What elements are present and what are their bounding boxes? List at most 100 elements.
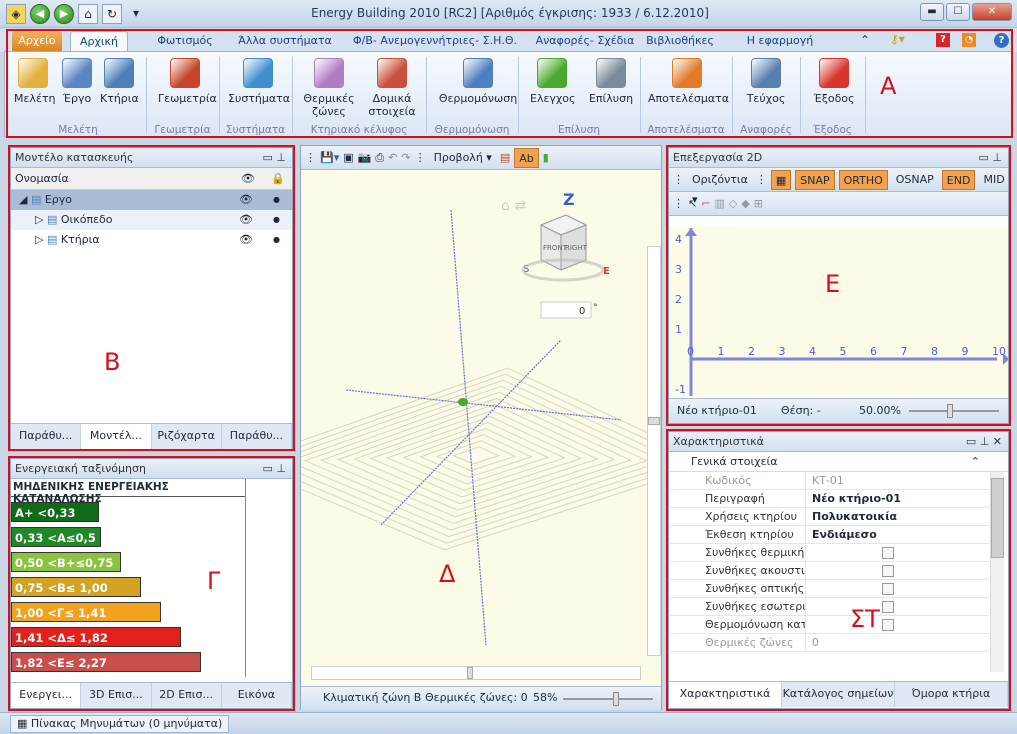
dot-icon[interactable]: ● — [273, 210, 280, 230]
tab-reports[interactable]: Αναφορές- Σχέδια — [530, 31, 640, 52]
ribbon-button-12[interactable]: Έξοδος — [812, 58, 856, 105]
tab-libraries[interactable]: Βιβλιοθήκες — [645, 31, 715, 52]
save-icon[interactable]: 💾▾ — [320, 151, 339, 164]
app-logo-icon[interactable]: ◈ — [6, 4, 26, 24]
expand-icon[interactable]: ▷ — [35, 233, 47, 246]
polyline-icon[interactable]: ⌐ — [701, 197, 710, 210]
help-icon[interactable]: ? — [994, 33, 1009, 48]
property-row[interactable]: Συνθήκες εσωτερικού αέρα — [669, 598, 989, 616]
scene-3d[interactable]: Z FRONT RIGHT E S 0 ° ⌂ ⇄ — [301, 170, 661, 680]
panel-tab[interactable]: Ενεργει... — [11, 683, 82, 708]
checkbox[interactable] — [882, 565, 894, 577]
property-value[interactable]: Πολυκατοικία — [805, 508, 989, 525]
visibility-icon[interactable]: 👁 — [241, 168, 255, 190]
home-view-icon[interactable]: ⌂ ⇄ — [501, 198, 526, 214]
tab-pv-wind[interactable]: Φ/Β- Ανεμογεννήτριες- Σ.Η.Θ. — [345, 31, 525, 52]
checkbox[interactable] — [882, 547, 894, 559]
mid-toggle[interactable]: MID — [979, 170, 1008, 190]
ribbon-button-3[interactable]: Γεωμετρία — [158, 58, 217, 105]
panel-tab[interactable]: Μοντέλ... — [81, 424, 152, 449]
property-value[interactable] — [805, 598, 989, 615]
panel-tab[interactable]: Όμορα κτήρια — [895, 682, 1008, 707]
ribbon-button-8[interactable]: Ελεγχος — [530, 58, 575, 105]
key-icon[interactable]: ⚷▾ — [890, 32, 905, 46]
undo-icon[interactable]: ↶ — [388, 151, 397, 164]
collapse-icon[interactable]: ⌃ — [971, 452, 980, 472]
expand-icon[interactable]: ◢ — [19, 193, 31, 206]
ribbon-button-5[interactable]: Θερμικές ζώνες — [302, 58, 356, 118]
ribbon-button-7[interactable]: Θερμομόνωση — [438, 58, 518, 105]
back-icon[interactable]: ◀ — [30, 4, 50, 24]
tab-lighting[interactable]: Φωτισμός — [140, 31, 230, 52]
tab-other-systems[interactable]: Άλλα συστήματα — [230, 31, 340, 52]
ribbon-button-2[interactable]: Κτήρια — [100, 58, 139, 105]
messages-button[interactable]: ▦ Πίνακας Μηνυμάτων (0 μηνύματα) — [10, 715, 230, 733]
property-value[interactable] — [805, 580, 989, 597]
ortho-toggle[interactable]: ORTHO — [838, 169, 888, 190]
plan-canvas[interactable]: 0 1 2 3 4 5 6 7 8 9 10-11234 — [669, 226, 1008, 396]
tree-item[interactable]: ◢ ▤ Εργο 👁 ● — [11, 190, 292, 210]
panel-tab[interactable]: Κατάλογος σημείων — [782, 682, 895, 707]
ribbon-button-0[interactable]: Μελέτη — [14, 58, 56, 105]
property-row[interactable]: Θερμικές ζώνες 0 — [669, 634, 989, 652]
property-row[interactable]: Χρήσεις κτηρίου Πολυκατοικία — [669, 508, 989, 526]
osnap-toggle[interactable]: OSNAP — [892, 170, 938, 190]
checkbox[interactable] — [882, 619, 894, 631]
home-icon[interactable]: ⌂ — [78, 4, 98, 24]
angle-input[interactable]: 0 ° — [540, 301, 598, 319]
tab-file[interactable]: Αρχείο — [12, 31, 62, 52]
zoom-2d-slider[interactable] — [909, 404, 999, 418]
customize-qat-icon[interactable]: ▾ — [126, 4, 146, 24]
property-row[interactable]: Συνθήκες οπτικής άνεσης — [669, 580, 989, 598]
ribbon-button-6[interactable]: Δομικά στοιχεία — [362, 58, 422, 118]
ribbon-button-4[interactable]: Συστήματα — [228, 58, 290, 105]
property-value[interactable] — [805, 544, 989, 561]
panel-tab[interactable]: Χαρακτηριστικά — [669, 682, 782, 707]
property-row[interactable]: Έκθεση κτηρίου Ενδιάμεσο — [669, 526, 989, 544]
dot-icon[interactable]: ● — [273, 230, 280, 250]
fill-icon[interactable]: ◆ — [741, 197, 749, 210]
eye-icon[interactable]: 👁 — [239, 230, 253, 250]
layers-icon[interactable]: ▤ — [500, 151, 510, 164]
checkbox[interactable] — [882, 601, 894, 613]
panel-tab[interactable]: Ριζόχαρτα — [152, 424, 222, 449]
property-value[interactable]: 0 — [805, 634, 989, 651]
eraser-icon[interactable]: ◇ — [729, 197, 737, 210]
property-row[interactable]: Συνθήκες θερμικής άνεσης — [669, 544, 989, 562]
close-button[interactable]: ✕ — [972, 3, 1012, 21]
collapse-ribbon-icon[interactable]: ⌃ — [860, 33, 870, 47]
expand-icon[interactable]: ▷ — [35, 213, 47, 226]
property-value[interactable]: Ενδιάμεσο — [805, 526, 989, 543]
dot-icon[interactable]: ● — [273, 190, 280, 210]
property-value[interactable]: Νέο κτήριο-01 — [805, 490, 989, 507]
property-row[interactable]: Κωδικός ΚΤ-01 — [669, 472, 989, 490]
maximize-button[interactable]: ☐ — [946, 3, 970, 21]
help-red-icon[interactable]: ? — [936, 33, 950, 47]
wall-icon[interactable]: ▥ — [714, 197, 724, 210]
pointer-icon[interactable]: ↖ — [688, 197, 697, 210]
eye-icon[interactable]: 👁 — [239, 210, 253, 230]
text-labels-icon[interactable]: Ab — [514, 147, 539, 168]
tree-item[interactable]: ▷ ▤ Κτήρια 👁 ● — [11, 230, 292, 250]
properties-scrollbar[interactable] — [990, 472, 1004, 672]
panel-tab[interactable]: 3D Επισ... — [81, 683, 152, 708]
redo-icon[interactable]: ↷ — [401, 151, 410, 164]
pin-icon[interactable]: ▭ ⊥ — [263, 459, 286, 479]
tree-item[interactable]: ▷ ▤ Οικόπεδο 👁 ● — [11, 210, 292, 230]
grid-icon[interactable]: ⊞ — [754, 197, 763, 210]
minimize-button[interactable]: ▬ — [920, 3, 944, 21]
lock-icon[interactable]: 🔒 — [271, 168, 285, 190]
horizontal-scrollbar[interactable] — [311, 666, 641, 680]
end-toggle[interactable]: END — [941, 169, 976, 190]
ribbon-button-1[interactable]: Έργο — [58, 58, 96, 105]
property-row[interactable]: Περιγραφή Νέο κτήριο-01 — [669, 490, 989, 508]
panel-tab[interactable]: Παράθυ... — [222, 424, 292, 449]
property-value[interactable] — [805, 616, 989, 633]
eye-icon[interactable]: 👁 — [239, 190, 253, 210]
property-row[interactable]: Θερμομόνωση κατακόρυφων — [669, 616, 989, 634]
property-value[interactable]: ΚΤ-01 — [805, 472, 989, 489]
zoom-slider[interactable] — [563, 692, 653, 706]
property-row[interactable]: Συνθήκες ακουστικής άνεσης — [669, 562, 989, 580]
camera-icon[interactable]: 📷 — [358, 151, 372, 164]
orientation-dropdown[interactable]: Οριζόντια ▾ — [688, 170, 752, 206]
